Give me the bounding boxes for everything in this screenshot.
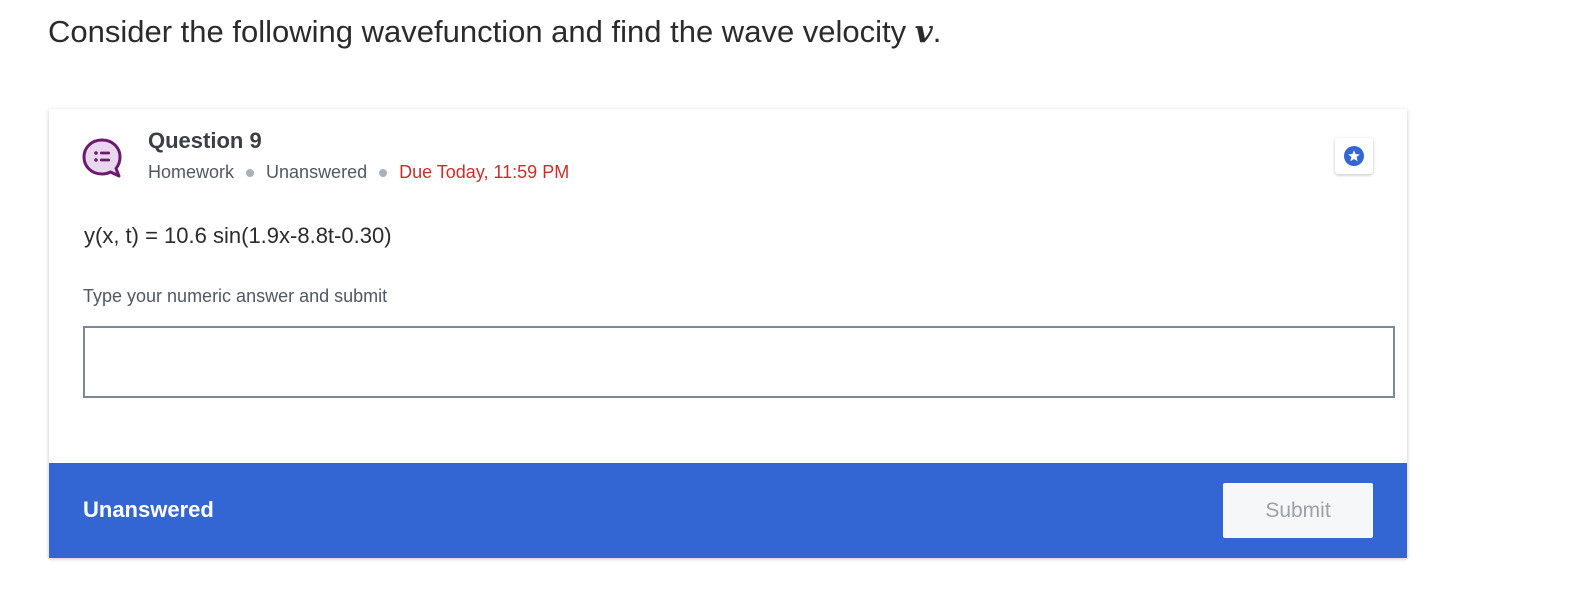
question-card: Question 9 Homework Unanswered Due Today… xyxy=(49,109,1407,558)
wavefunction-equation: y(x, t) = 10.6 sin(1.9x-8.8t-0.30) xyxy=(84,223,392,248)
separator-dot xyxy=(246,168,255,177)
star-icon xyxy=(1344,146,1364,166)
submit-button[interactable]: Submit xyxy=(1223,483,1373,538)
due-date: Due Today, 11:59 PM xyxy=(399,162,570,182)
numeric-answer-input[interactable] xyxy=(83,326,1395,398)
separator-dot xyxy=(379,168,388,177)
question-type: Homework xyxy=(148,162,235,182)
speech-bubble-list-icon xyxy=(81,137,123,179)
velocity-variable: v xyxy=(914,14,933,50)
footer-status: Unanswered xyxy=(83,497,214,522)
question-footer: Unanswered Submit xyxy=(49,463,1407,558)
question-title: Question 9 xyxy=(148,128,262,153)
question-status: Unanswered xyxy=(266,162,368,182)
prompt-suffix: . xyxy=(932,14,942,49)
prompt-text: Consider the following wavefunction and … xyxy=(48,14,915,49)
bookmark-button[interactable] xyxy=(1335,138,1373,174)
answer-instruction: Type your numeric answer and submit xyxy=(83,286,388,306)
question-meta: Homework Unanswered Due Today, 11:59 PM xyxy=(148,162,569,183)
question-prompt: Consider the following wavefunction and … xyxy=(48,14,941,50)
